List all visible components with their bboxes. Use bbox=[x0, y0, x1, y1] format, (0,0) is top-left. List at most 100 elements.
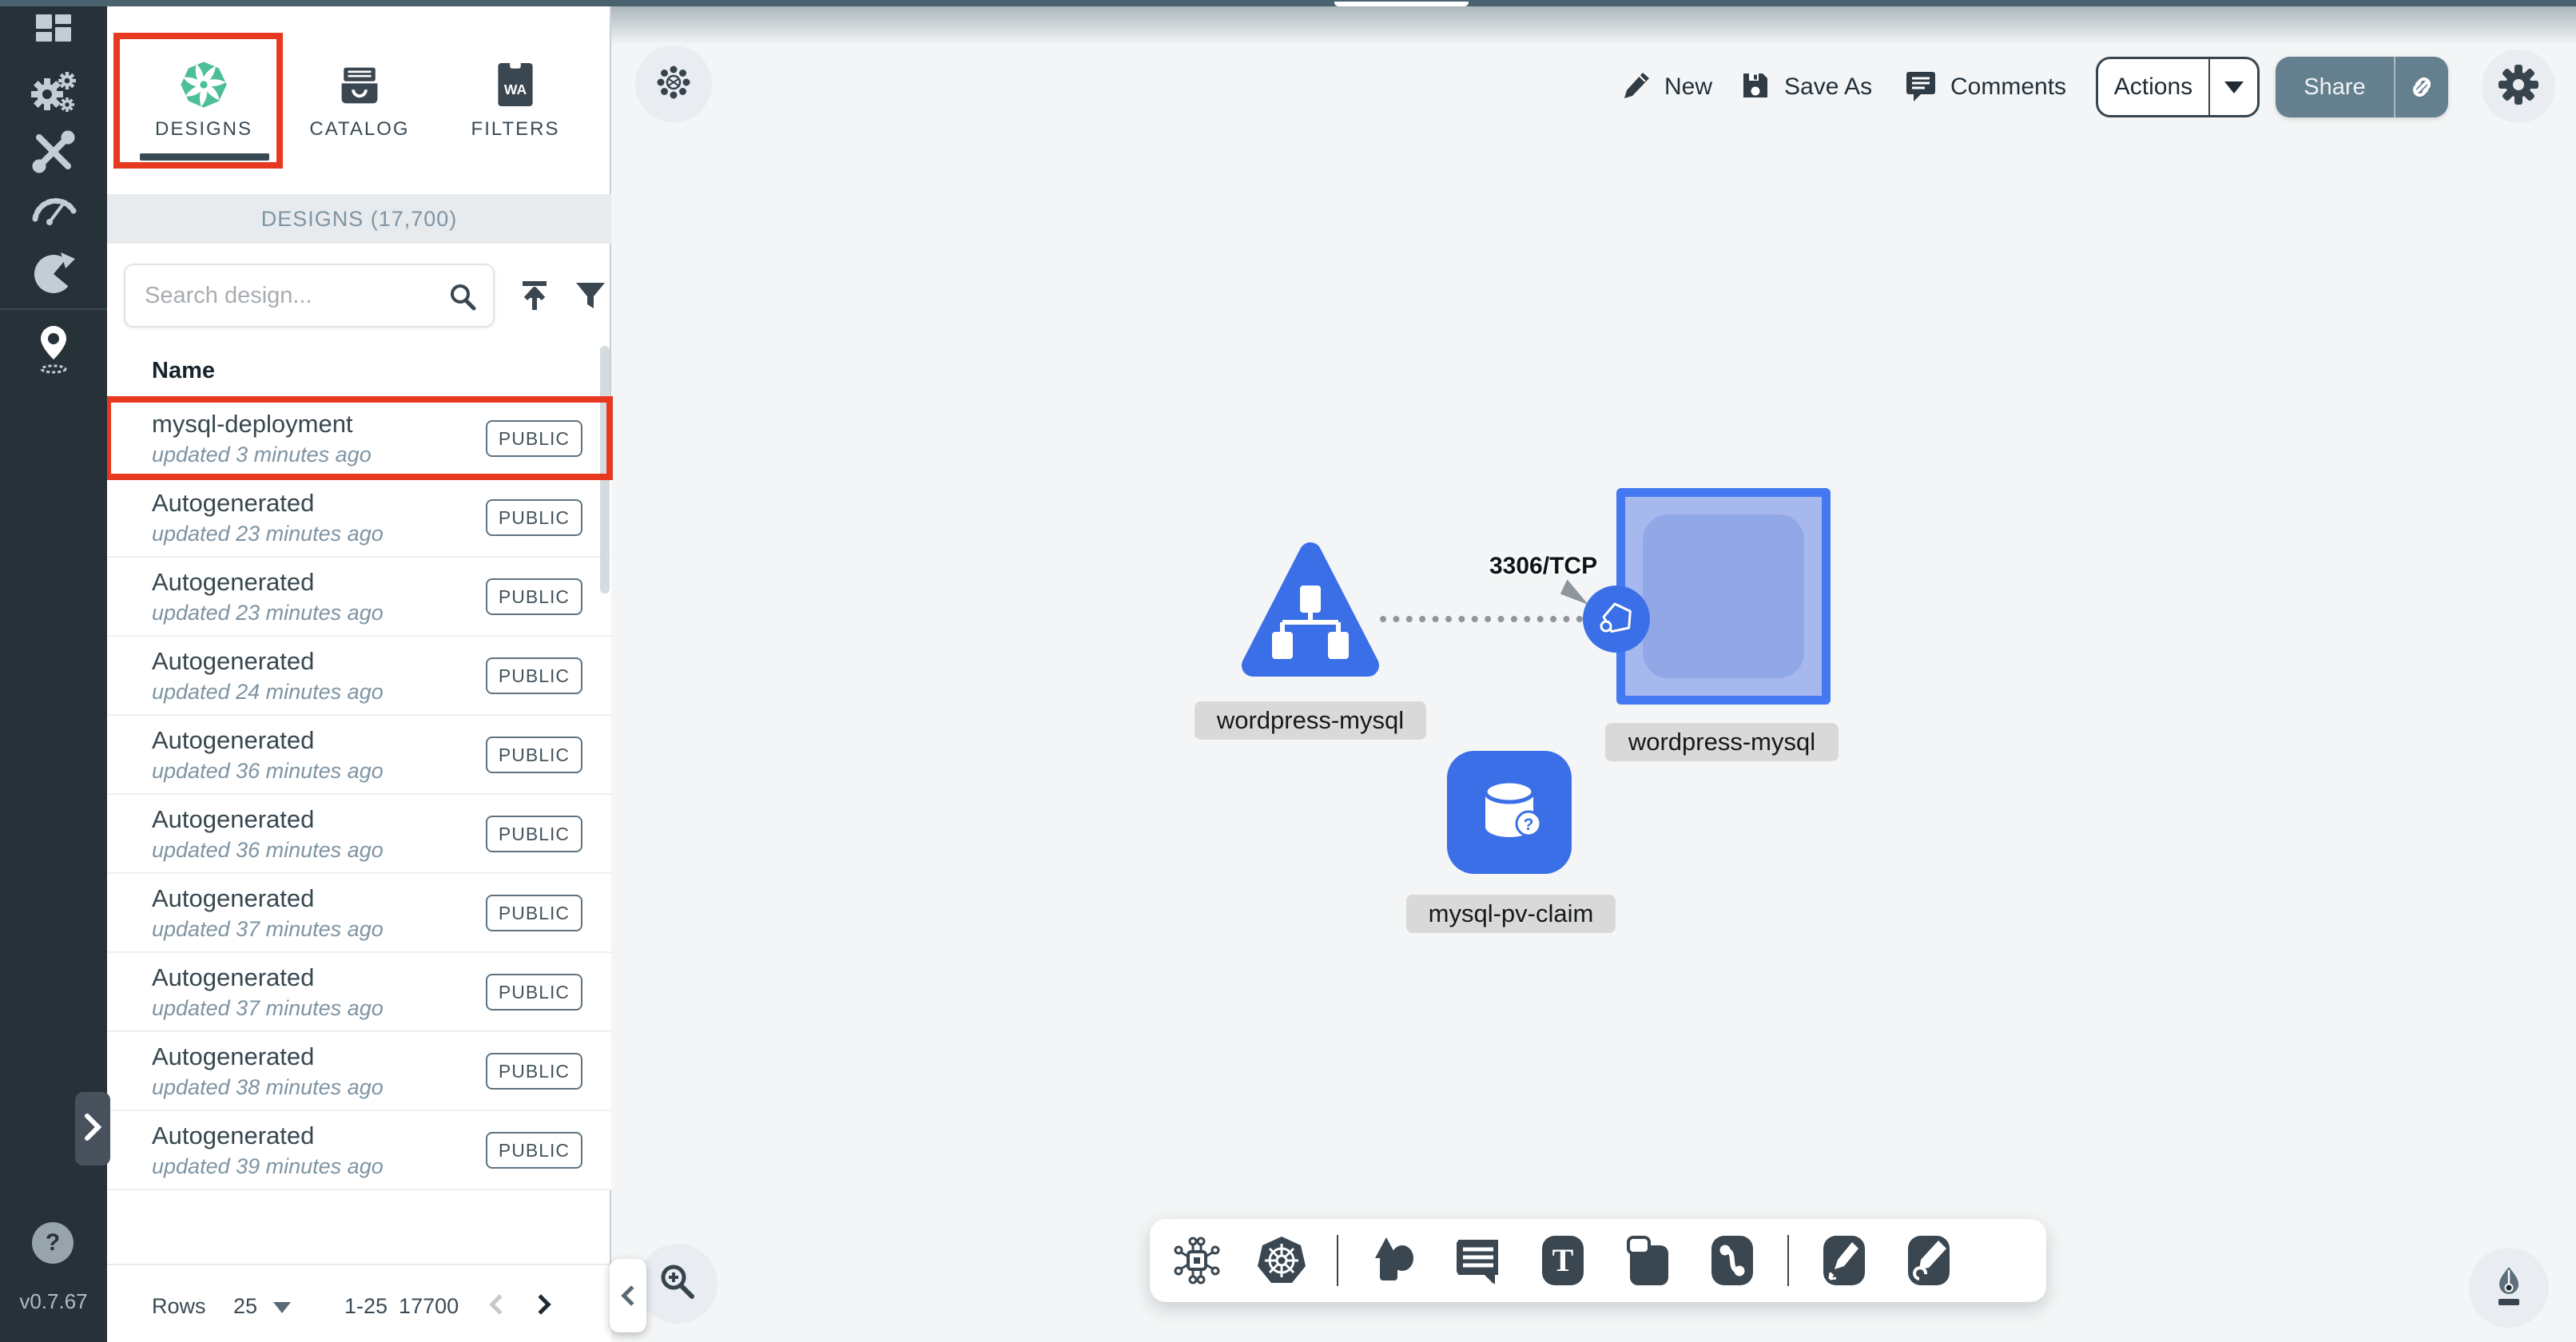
tab-filters[interactable]: WA FILTERS bbox=[451, 58, 579, 141]
link-icon bbox=[2406, 71, 2438, 103]
meshery-logo-icon bbox=[140, 58, 268, 109]
comments-button[interactable]: Comments bbox=[1904, 54, 2066, 121]
pagination-bar: Rows 25 1-25 17700 bbox=[107, 1264, 611, 1342]
tab-catalog[interactable]: CATALOG bbox=[296, 58, 423, 141]
rows-per-page-caret-icon[interactable] bbox=[273, 1302, 291, 1313]
designs-panel: DESIGNS CATALOG WA FILTERS DESIGNS (17,7… bbox=[107, 6, 611, 1342]
tab-designs[interactable]: DESIGNS bbox=[140, 58, 268, 141]
list-scrollbar-thumb[interactable] bbox=[600, 346, 610, 594]
new-design-button[interactable]: New bbox=[1620, 54, 1712, 121]
design-visibility-badge: PUBLIC bbox=[486, 657, 582, 694]
service-edge[interactable] bbox=[1380, 616, 1583, 622]
storage-cylinder-icon: ? bbox=[1471, 774, 1548, 851]
node-deployment[interactable] bbox=[1240, 541, 1381, 678]
kanvas-pin-icon bbox=[31, 323, 76, 377]
column-header-name: Name bbox=[152, 358, 215, 384]
shapes-icon[interactable] bbox=[1364, 1231, 1423, 1290]
sidebar-item-configuration[interactable] bbox=[0, 128, 107, 176]
sidebar-item-kanvas[interactable] bbox=[0, 323, 107, 377]
deployment-triangle-icon bbox=[1240, 541, 1381, 678]
design-list-item[interactable]: Autogenerated updated 36 minutes ago PUB… bbox=[107, 795, 611, 874]
panel-collapse-button[interactable] bbox=[610, 1259, 646, 1332]
svg-text:T: T bbox=[1552, 1242, 1574, 1278]
comment-tool-icon[interactable] bbox=[1449, 1231, 1508, 1290]
extensions-icon bbox=[29, 249, 78, 299]
design-list-item[interactable]: mysql-deployment updated 3 minutes ago P… bbox=[107, 399, 611, 478]
dot-cluster-button[interactable] bbox=[635, 46, 712, 122]
rows-per-page-value[interactable]: 25 bbox=[233, 1294, 257, 1319]
pen-tool-icon[interactable] bbox=[1815, 1231, 1874, 1290]
edge-port-label: 3306/TCP bbox=[1489, 553, 1597, 580]
design-list-item[interactable]: Autogenerated updated 23 minutes ago PUB… bbox=[107, 478, 611, 558]
active-tab-underline bbox=[140, 153, 269, 161]
pagination-range-value: 1-25 bbox=[344, 1294, 388, 1319]
design-visibility-badge: PUBLIC bbox=[486, 895, 582, 931]
top-strip bbox=[0, 0, 2576, 6]
freehand-draw-icon[interactable] bbox=[1899, 1231, 1958, 1290]
upload-design-icon[interactable] bbox=[516, 278, 553, 319]
new-design-label: New bbox=[1664, 73, 1712, 101]
canvas-top-shade bbox=[611, 6, 2576, 45]
design-list-item[interactable]: Autogenerated updated 24 minutes ago PUB… bbox=[107, 637, 611, 716]
design-canvas[interactable]: New Save As Comments Actions Share 3306/… bbox=[611, 6, 2576, 1342]
panel-title: DESIGNS (17,700) bbox=[107, 194, 611, 244]
design-list-item[interactable]: Autogenerated updated 38 minutes ago PUB… bbox=[107, 1032, 611, 1111]
svg-text:?: ? bbox=[1524, 816, 1534, 834]
zoom-in-button[interactable] bbox=[638, 1244, 718, 1324]
sidebar-item-extensions[interactable] bbox=[0, 249, 107, 299]
design-visibility-badge: PUBLIC bbox=[486, 737, 582, 773]
next-page-button[interactable] bbox=[531, 1294, 551, 1314]
design-visibility-badge: PUBLIC bbox=[486, 816, 582, 852]
canvas-dock-toolbar: T bbox=[1150, 1219, 2046, 1302]
share-split-button[interactable]: Share bbox=[2276, 57, 2448, 117]
components-circuit-icon[interactable] bbox=[1167, 1231, 1226, 1290]
sidebar-divider bbox=[0, 308, 107, 310]
node-service[interactable] bbox=[1583, 586, 1650, 653]
link-tool-icon[interactable] bbox=[1703, 1231, 1762, 1290]
copy-link-button[interactable] bbox=[2395, 71, 2448, 103]
caret-down-icon bbox=[2224, 81, 2244, 93]
filter-funnel-icon[interactable] bbox=[572, 278, 609, 319]
sidebar-item-lifecycle[interactable] bbox=[0, 67, 107, 117]
deployment-node-label: wordpress-mysql bbox=[1195, 701, 1426, 740]
help-button[interactable]: ? bbox=[32, 1222, 74, 1264]
canvas-settings-button[interactable] bbox=[2482, 50, 2555, 123]
dock-divider bbox=[1787, 1235, 1789, 1286]
search-box bbox=[124, 264, 495, 328]
tab-filters-label: FILTERS bbox=[451, 118, 579, 141]
save-as-label: Save As bbox=[1784, 73, 1872, 101]
design-list-item[interactable]: Autogenerated updated 23 minutes ago PUB… bbox=[107, 558, 611, 637]
shape-card-icon[interactable] bbox=[1618, 1231, 1677, 1290]
sidebar-item-dashboard[interactable] bbox=[0, 11, 107, 50]
node-service-boundary[interactable] bbox=[1616, 488, 1831, 705]
design-list-item[interactable]: Autogenerated updated 36 minutes ago PUB… bbox=[107, 716, 611, 795]
actions-dropdown-button[interactable] bbox=[2210, 81, 2257, 93]
save-as-button[interactable]: Save As bbox=[1739, 54, 1872, 121]
tab-catalog-label: CATALOG bbox=[296, 118, 423, 141]
sidebar-expand-button[interactable] bbox=[75, 1092, 110, 1165]
design-pen-button[interactable] bbox=[2469, 1248, 2549, 1328]
sidebar-item-performance[interactable] bbox=[0, 185, 107, 227]
design-list-item[interactable]: Autogenerated updated 39 minutes ago PUB… bbox=[107, 1111, 611, 1190]
node-persistent-volume-claim[interactable]: ? bbox=[1447, 751, 1572, 874]
design-list-item[interactable]: Autogenerated updated 37 minutes ago PUB… bbox=[107, 874, 611, 953]
search-input[interactable] bbox=[145, 265, 448, 326]
service-pentagon-icon bbox=[1595, 598, 1638, 641]
previous-page-button[interactable] bbox=[489, 1294, 509, 1314]
text-tool-icon[interactable]: T bbox=[1533, 1231, 1592, 1290]
design-list: mysql-deployment updated 3 minutes ago P… bbox=[107, 399, 611, 1190]
search-icon[interactable] bbox=[447, 281, 479, 317]
service-node-label: wordpress-mysql bbox=[1605, 723, 1839, 761]
gears-icon bbox=[28, 67, 79, 117]
design-visibility-badge: PUBLIC bbox=[486, 499, 582, 536]
save-icon bbox=[1739, 69, 1771, 105]
top-drawer-handle[interactable] bbox=[1334, 2, 1469, 6]
service-boundary-inner bbox=[1643, 514, 1804, 678]
share-label: Share bbox=[2276, 74, 2394, 101]
kubernetes-icon[interactable] bbox=[1252, 1231, 1311, 1290]
zoom-in-icon bbox=[657, 1261, 698, 1307]
pen-nib-icon bbox=[2488, 1264, 2530, 1312]
design-list-item[interactable]: Autogenerated updated 37 minutes ago PUB… bbox=[107, 953, 611, 1032]
design-visibility-badge: PUBLIC bbox=[486, 1132, 582, 1169]
actions-split-button[interactable]: Actions bbox=[2096, 57, 2260, 117]
